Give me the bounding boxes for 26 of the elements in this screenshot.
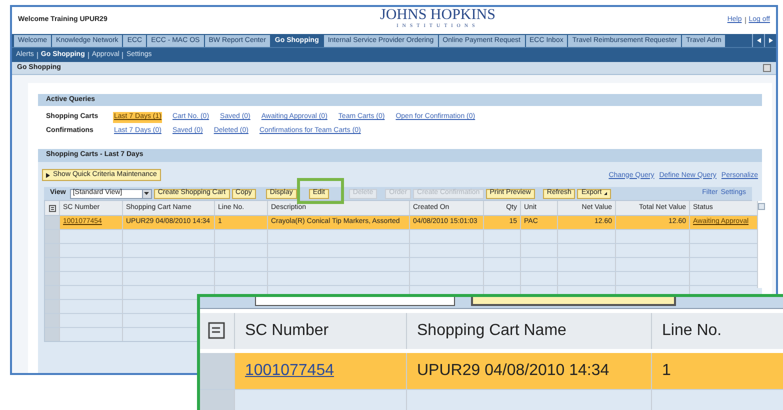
caret-left-icon — [756, 38, 760, 43]
play-icon — [46, 172, 50, 178]
row-selector[interactable] — [45, 272, 59, 285]
row-selector[interactable] — [45, 258, 59, 271]
scroll-right-button[interactable] — [764, 34, 776, 47]
column-header[interactable]: Line No. — [651, 313, 771, 349]
corner-arrow-icon — [604, 192, 607, 195]
row-selector[interactable] — [45, 328, 59, 341]
column-header[interactable]: SC Number — [234, 313, 406, 349]
dropdown-arrow-icon — [142, 190, 151, 198]
toolbar-button[interactable] — [471, 297, 676, 306]
scrollbar[interactable] — [757, 201, 765, 288]
highlight-box — [297, 178, 344, 204]
row-selector[interactable] — [45, 244, 59, 257]
scroll-up-button[interactable] — [758, 203, 765, 210]
window-icon[interactable] — [763, 64, 771, 72]
row-selector[interactable] — [45, 314, 59, 327]
caret-right-icon — [768, 38, 772, 43]
scroll-left-button[interactable] — [752, 34, 764, 47]
table-row[interactable]: 1001077454 UPUR29 04/08/2010 14:34 1 — [200, 353, 783, 389]
row-selector[interactable] — [200, 390, 234, 410]
view-dropdown[interactable] — [255, 297, 455, 306]
row-selector[interactable] — [45, 286, 59, 299]
row-selector[interactable] — [45, 230, 59, 243]
row-selector[interactable] — [45, 300, 59, 313]
column-header[interactable]: Shopping Cart Name — [406, 313, 651, 349]
